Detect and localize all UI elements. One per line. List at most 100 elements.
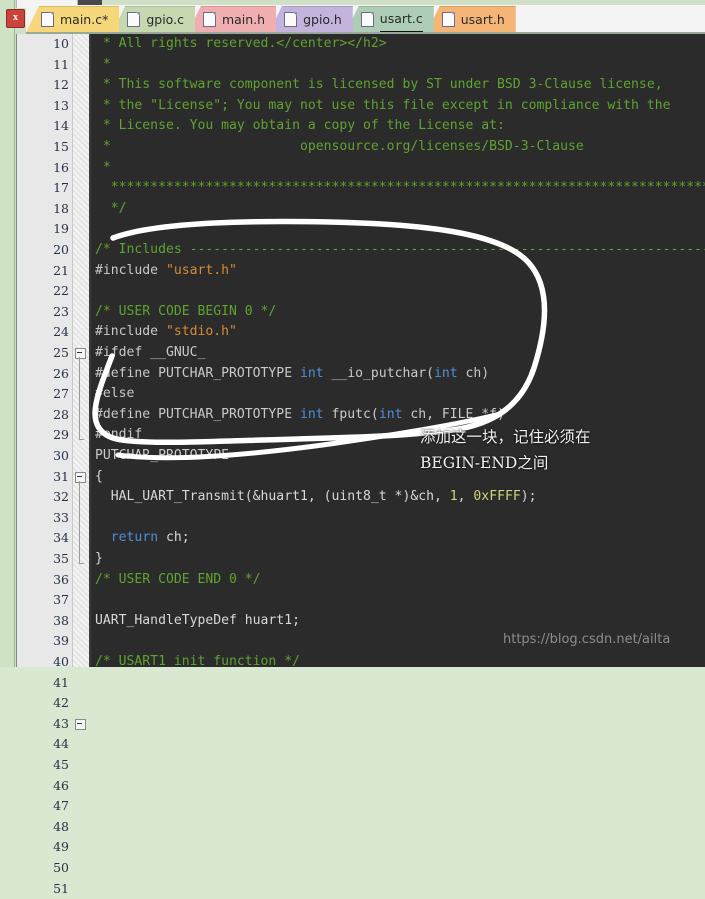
file-icon [441, 12, 455, 27]
line-number: 24 [53, 324, 69, 340]
code-token-cmt: */ [95, 200, 127, 216]
line-number: 28 [53, 406, 69, 422]
line-number-gutter: 10 11 12 13 14 15 16 17 18 19 20 21 22 23 24 25 26 27 28 29… [17, 34, 89, 896]
line-number: 30 [53, 448, 69, 463]
code-line[interactable]: */ [91, 199, 705, 220]
code-line[interactable]: * the "License"; You may not use this fi… [91, 96, 705, 117]
line-number: 11 [53, 56, 69, 72]
fold-connector-line [79, 357, 80, 440]
code-token-kw: return [110, 530, 159, 546]
line-number: 45 [53, 757, 69, 772]
code-line[interactable]: /* USART1 init function */ [91, 652, 705, 667]
line-number: 31 [53, 468, 69, 484]
code-token-plain: UART_HandleTypeDef huart1; [95, 612, 300, 628]
line-number: 36 [53, 571, 69, 587]
code-line[interactable]: * This software component is licensed by… [91, 75, 705, 96]
fold-toggle-icon[interactable] [75, 348, 86, 359]
code-line[interactable]: /* USER CODE BEGIN 0 */ [91, 302, 705, 323]
code-token-plain: HAL_UART_Transmit(&huart1, (uint8_t *)&c… [95, 489, 450, 505]
line-number: 16 [53, 159, 69, 175]
line-number: 41 [53, 674, 69, 690]
close-icon[interactable]: x [6, 9, 25, 28]
tab-label: usart.c [379, 6, 423, 32]
line-number: 25 [53, 345, 69, 360]
code-token-cmt: * opensource.org/licenses/BSD-3-Clause [95, 139, 584, 154]
code-line[interactable]: ****************************************… [91, 178, 705, 199]
line-number: 12 [53, 77, 69, 93]
line-number: 27 [53, 386, 69, 402]
line-number: 13 [53, 97, 69, 113]
fold-toggle-icon[interactable] [75, 471, 86, 483]
tab-main-h[interactable]: main.h [187, 6, 277, 32]
code-token-kw: int [299, 365, 324, 381]
tab-main-c-[interactable]: main.c* [26, 6, 120, 32]
code-line[interactable]: } [91, 549, 705, 570]
tab-usart-c[interactable]: usart.c [345, 6, 434, 32]
code-line[interactable] [91, 508, 705, 529]
code-token-cmt: * [95, 159, 111, 175]
code-line[interactable]: * opensource.org/licenses/BSD-3-Clause [91, 137, 705, 158]
code-line[interactable] [91, 281, 705, 302]
code-token-pre: __io_putchar( [323, 365, 435, 381]
line-number: 38 [53, 612, 69, 628]
code-line[interactable]: #else [91, 384, 705, 405]
code-line[interactable]: #include "stdio.h" [91, 322, 705, 343]
code-line[interactable] [91, 590, 705, 611]
tab-gpio-c[interactable]: gpio.c [112, 6, 195, 32]
tab-gpio-h[interactable]: gpio.h [269, 6, 353, 32]
code-token-str: "stdio.h" [165, 324, 237, 340]
code-line[interactable]: #define PUTCHAR_PROTOTYPE int __io_putch… [91, 364, 705, 385]
code-line[interactable]: UART_HandleTypeDef huart1; [91, 611, 705, 632]
code-token-cmt: * License. You may obtain a copy of the … [95, 118, 505, 134]
code-token-cmt: /* USER CODE END 0 */ [95, 571, 261, 587]
code-line[interactable]: #ifdef __GNUC_ [91, 343, 705, 364]
code-line[interactable]: * License. You may obtain a copy of the … [91, 116, 705, 137]
line-number: 29 [53, 427, 69, 443]
line-number: 22 [53, 283, 69, 299]
code-line[interactable]: #define PUTCHAR_PROTOTYPE int fputc(int … [91, 405, 705, 426]
line-number: 50 [53, 860, 69, 875]
line-number: 34 [53, 530, 69, 546]
line-number: 43 [53, 715, 69, 731]
annotation-text: 添加这一块，记住必须在 BEGIN-END之间 [420, 424, 680, 476]
annotation-text-line2: BEGIN-END之间 [420, 454, 549, 472]
code-line[interactable]: HAL_UART_Transmit(&huart1, (uint8_t *)&c… [91, 487, 705, 508]
file-icon [284, 12, 298, 27]
code-token-pre: #define PUTCHAR_PROTOTYPE [95, 406, 300, 422]
line-number: 23 [53, 303, 69, 319]
code-line[interactable]: * [91, 158, 705, 179]
code-token-pre: #define PUTCHAR_PROTOTYPE [95, 365, 300, 381]
code-line[interactable]: /* Includes ----------------------------… [91, 240, 705, 261]
tab-label: main.h [221, 12, 266, 27]
code-line[interactable]: return ch; [91, 528, 705, 549]
tab-label: usart.h [460, 12, 505, 27]
file-icon [360, 12, 374, 27]
code-token-pre: #ifdef __GNUC_ [95, 345, 206, 360]
code-token-cmt: * the "License"; You may not use this fi… [95, 97, 671, 113]
line-number: 33 [53, 509, 69, 525]
code-token-pre: ch) [457, 365, 490, 381]
code-token-cmt: * This software component is licensed by… [95, 77, 663, 93]
fold-toggle-icon[interactable] [75, 718, 86, 730]
code-line[interactable]: #include "usart.h" [91, 261, 705, 282]
code-editor[interactable]: 10 11 12 13 14 15 16 17 18 19 20 21 22 23 24 25 26 27 28 29… [16, 34, 705, 896]
line-number: 49 [53, 839, 69, 855]
code-token-pre: #include [95, 324, 166, 340]
fold-end-marker [79, 439, 84, 441]
code-token-plain: ); [520, 489, 537, 505]
line-number: 39 [53, 633, 69, 649]
code-token-cmt: /* USER CODE BEGIN 0 */ [95, 303, 277, 319]
line-number: 46 [53, 777, 69, 793]
tab-usart-h[interactable]: usart.h [426, 6, 516, 32]
code-token-pre: #else [95, 386, 135, 402]
line-number: 47 [53, 798, 69, 814]
code-line[interactable] [91, 219, 705, 240]
code-line[interactable]: * All rights reserved.</center></h2> [91, 34, 705, 55]
line-number: 48 [53, 818, 69, 834]
code-line[interactable]: /* USER CODE END 0 */ [91, 570, 705, 591]
line-number: 35 [53, 551, 69, 566]
code-text-area[interactable]: * All rights reserved.</center></h2> * *… [91, 34, 705, 667]
code-line[interactable]: * [91, 55, 705, 76]
line-number: 26 [53, 365, 69, 381]
line-number: 37 [53, 592, 69, 608]
